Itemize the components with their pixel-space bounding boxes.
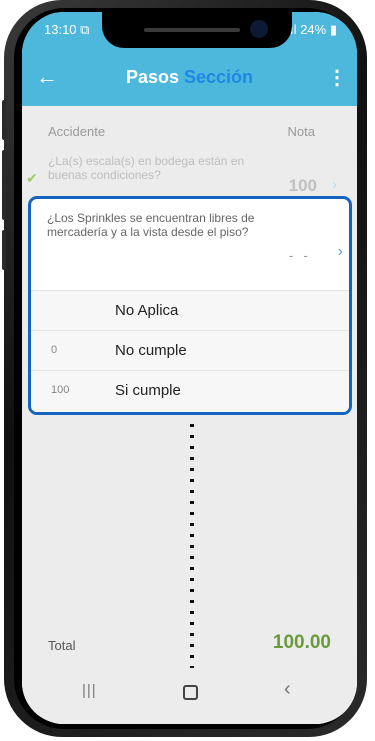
battery-icon: ▮ (329, 22, 337, 37)
camera-icon (250, 20, 268, 38)
total-label: Total (48, 638, 76, 653)
battery-level: 24% (300, 22, 327, 37)
active-question-score: - - (288, 247, 311, 263)
home-icon[interactable] (183, 685, 198, 700)
section-name: Accidente (48, 124, 106, 139)
volume-up-button (2, 100, 6, 140)
option-si-cumple[interactable]: 100 Si cumple (31, 370, 349, 411)
chevron-right-icon[interactable]: › (332, 176, 337, 193)
option-value: 0 (51, 344, 58, 356)
score-column-header: Nota (287, 124, 315, 139)
total-row: Total 100.00 (22, 630, 357, 660)
system-nav-bar: ||| ‹ (22, 668, 357, 724)
question-score: 100 (288, 176, 317, 195)
nav-back-icon[interactable]: ‹ (284, 678, 291, 701)
option-no-aplica[interactable]: No Aplica (31, 290, 349, 331)
check-icon: ✔ (26, 170, 38, 186)
status-time: 13:10 ⧉ (44, 22, 90, 37)
option-label: No Aplica (115, 302, 179, 319)
question-text: ¿La(s) escala(s) en bodega están en buen… (48, 154, 245, 182)
option-label: No cumple (115, 342, 187, 359)
recent-apps-icon[interactable]: ||| (82, 682, 97, 699)
active-question-panel: ¿Los Sprinkles se encuentran libres de m… (28, 196, 352, 415)
answer-options: No Aplica 0 No cumple 100 Si cumple (31, 290, 349, 412)
more-vert-icon[interactable]: ⋮ (327, 65, 347, 90)
total-value: 100.00 (272, 632, 331, 653)
screenshot-icon: ⧉ (80, 22, 90, 37)
option-no-cumple[interactable]: 0 No cumple (31, 330, 349, 371)
app-bar: ← Pasos Sección ⋮ (22, 52, 357, 106)
notch (102, 12, 292, 48)
screen: 13:10 ⧉ .ıl 24% ▮ ← Pasos Sección ⋮ Acci… (22, 12, 357, 724)
page-title: Pasos Sección (125, 67, 254, 87)
status-indicators: .ıl 24% ▮ (286, 22, 337, 38)
table-header: Accidente Nota (22, 106, 357, 150)
chevron-right-icon[interactable]: › (338, 243, 343, 261)
side-button (2, 230, 6, 270)
option-label: Si cumple (115, 382, 181, 399)
question-row-completed[interactable]: ✔ ¿La(s) escala(s) en bodega están en bu… (22, 150, 357, 202)
active-question-text: ¿Los Sprinkles se encuentran libres de m… (47, 211, 255, 239)
volume-down-button (2, 150, 6, 220)
option-value: 100 (51, 384, 70, 396)
